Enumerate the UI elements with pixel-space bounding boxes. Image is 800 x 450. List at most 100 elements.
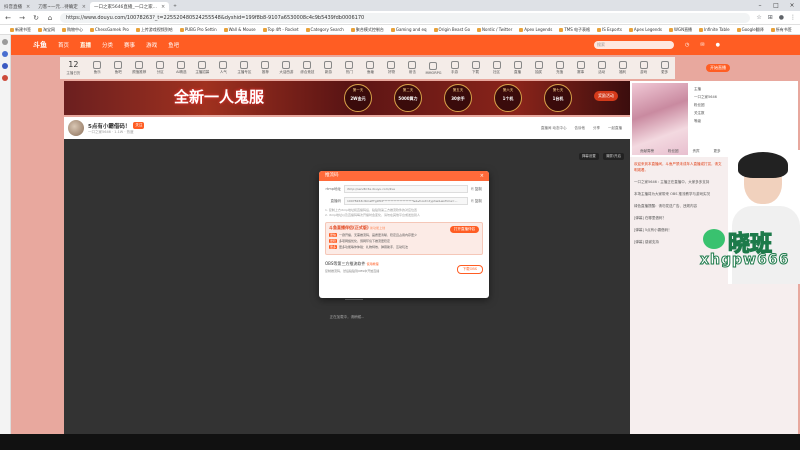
- home-icon[interactable]: ⌂: [46, 14, 54, 22]
- nav-category[interactable]: 分类: [102, 41, 113, 49]
- category-item[interactable]: 赛事: [570, 61, 591, 75]
- copy-code-button[interactable]: ⎘ 复制: [471, 199, 483, 204]
- category-item[interactable]: 鱼塘: [360, 61, 381, 75]
- bookmark-item[interactable]: Gaming and eq: [390, 27, 427, 32]
- url-input[interactable]: https://www.douyu.com/10078263?_t=225520…: [60, 12, 751, 23]
- start-live-button[interactable]: 开始直播: [706, 64, 730, 72]
- bookmark-item[interactable]: Google翻译: [736, 27, 764, 33]
- category-item[interactable]: 人气: [213, 61, 234, 75]
- site-logo[interactable]: 斗鱼: [33, 40, 47, 50]
- maximize-icon[interactable]: □: [768, 0, 784, 11]
- category-item[interactable]: 下载: [465, 61, 486, 75]
- category-item[interactable]: 游戏: [633, 61, 654, 75]
- stream-code-field[interactable]: 10078263rdbCaPTg9fCt********************…: [344, 197, 468, 205]
- category-item[interactable]: 鱼乐: [87, 61, 108, 75]
- close-icon[interactable]: ×: [480, 171, 484, 181]
- bookmark-item[interactable]: ChessGamek Pro: [90, 27, 129, 32]
- nav-home[interactable]: 首页: [58, 41, 69, 49]
- category-item[interactable]: 手游: [444, 61, 465, 75]
- bookmark-item[interactable]: Infinite Table: [699, 27, 730, 32]
- clear-screen-button[interactable]: 清屏/开启: [602, 153, 624, 160]
- download-obs-button[interactable]: 下载OBS: [456, 265, 483, 274]
- extensions-icon[interactable]: ⊞: [768, 14, 773, 21]
- close-icon[interactable]: ×: [26, 4, 30, 10]
- event-banner[interactable]: 全新一人鬼服 第一天 2W金元 第二天 5000算力 第五天 30余手 第六天 1个机 第七天 1…: [64, 81, 630, 115]
- history-icon[interactable]: ◷: [685, 42, 689, 48]
- category-item[interactable]: 更多: [654, 61, 675, 75]
- site-search-input[interactable]: 搜索: [594, 41, 675, 49]
- dock-icon[interactable]: [2, 39, 8, 45]
- bookmark-item[interactable]: Origin Beast Go: [433, 27, 470, 32]
- bookmark-item[interactable]: Category Search: [305, 27, 344, 32]
- category-item[interactable]: 综合竞技: [297, 61, 318, 75]
- tab-weekly-rank[interactable]: 贡献周榜: [640, 149, 654, 157]
- category-item[interactable]: 充值: [549, 61, 570, 75]
- follow-button[interactable]: 关注: [133, 122, 145, 129]
- open-companion-button[interactable]: 打开直播伴侣: [450, 226, 479, 233]
- category-item[interactable]: 鱼吧: [108, 61, 129, 75]
- dock-icon[interactable]: [2, 75, 8, 81]
- message-icon[interactable]: ✉: [700, 42, 704, 48]
- minimize-icon[interactable]: –: [752, 0, 768, 11]
- new-tab-button[interactable]: +: [169, 2, 181, 11]
- browser-tab-active[interactable]: 一口之家5646直播_一口之家... ×: [89, 2, 170, 11]
- bookmark-item[interactable]: Wall & Mouse: [223, 27, 256, 32]
- category-item[interactable]: 福利: [612, 61, 633, 75]
- bookmark-item[interactable]: 购物中心: [62, 27, 83, 33]
- tab-vip[interactable]: 贵宾: [693, 149, 700, 157]
- obs-tutorial-link[interactable]: 使用教程: [367, 262, 379, 266]
- category-item[interactable]: 好物: [381, 61, 402, 75]
- rtmp-url-field[interactable]: rtmp://sendtc3a.douyu.com/live: [344, 185, 468, 193]
- browser-tab[interactable]: 刀客~一元...待确定 ×: [34, 2, 90, 11]
- dock-icon[interactable]: [2, 51, 8, 57]
- streamer-avatar[interactable]: [68, 120, 84, 136]
- nav-games[interactable]: 游戏: [146, 41, 157, 49]
- back-icon[interactable]: ←: [4, 14, 12, 22]
- bookmark-item[interactable]: WGN直播: [669, 27, 692, 33]
- bookmark-item[interactable]: Apex Legends: [628, 27, 662, 32]
- profile-icon[interactable]: ●: [779, 14, 784, 21]
- bookmark-item[interactable]: PUBG Pro Settin: [179, 27, 217, 32]
- stream-action[interactable]: 分享: [593, 126, 600, 131]
- category-item[interactable]: 颜值推荐: [129, 61, 150, 75]
- bookmark-item[interactable]: TMS 电子表格: [559, 27, 590, 33]
- close-icon[interactable]: ×: [161, 4, 165, 10]
- bookmark-item[interactable]: Apex Legends: [519, 27, 552, 32]
- category-item[interactable]: 主播专区: [234, 61, 255, 75]
- banner-event-tag[interactable]: 奖励活动: [594, 91, 618, 101]
- category-item[interactable]: MMORPG: [423, 61, 444, 75]
- menu-icon[interactable]: ⋮: [790, 14, 796, 21]
- bookmark-item[interactable]: 新建书签: [10, 27, 31, 33]
- bookmark-item[interactable]: 上传游戏视频到哈: [135, 27, 173, 33]
- close-icon[interactable]: ×: [82, 4, 86, 10]
- stream-action[interactable]: 直播间 动态中心: [541, 126, 567, 131]
- category-item[interactable]: 推荐: [255, 61, 276, 75]
- nav-fishbar[interactable]: 鱼吧: [168, 41, 179, 49]
- star-icon[interactable]: ☆: [756, 14, 761, 21]
- category-item[interactable]: 分区: [150, 61, 171, 75]
- bookmark-item[interactable]: 所有书签: [770, 27, 792, 33]
- category-item[interactable]: AI精选: [171, 61, 192, 75]
- category-item[interactable]: 直播: [507, 61, 528, 75]
- category-item[interactable]: 社区: [486, 61, 507, 75]
- nav-live[interactable]: 直播: [80, 41, 91, 49]
- close-window-icon[interactable]: ×: [784, 0, 800, 11]
- forward-icon[interactable]: →: [18, 14, 26, 22]
- category-item[interactable]: 活动: [591, 61, 612, 75]
- category-item[interactable]: 抽奖: [528, 61, 549, 75]
- bookmark-item[interactable]: 聚合模式控制台: [350, 27, 384, 33]
- nav-esports[interactable]: 赛事: [124, 41, 135, 49]
- anchor-thumbnail[interactable]: [632, 83, 688, 155]
- calendar-widget[interactable]: 12 主播日历: [60, 60, 87, 76]
- category-item[interactable]: 主播招募: [192, 61, 213, 75]
- bookmark-item[interactable]: 淘宝网: [38, 27, 55, 33]
- bookmark-item[interactable]: Nordic / Twitter: [477, 27, 512, 32]
- dock-icon[interactable]: [2, 63, 8, 69]
- category-item[interactable]: 大话西游: [276, 61, 297, 75]
- stream-action[interactable]: 一起直播: [608, 126, 622, 131]
- tab-fans[interactable]: 粉丝团: [668, 149, 679, 157]
- bookmark-item[interactable]: IS Esports: [597, 27, 622, 32]
- category-item[interactable]: 热门: [339, 61, 360, 75]
- tab-more[interactable]: 更多: [714, 149, 721, 157]
- browser-tab[interactable]: 抖音直播 ×: [0, 2, 34, 11]
